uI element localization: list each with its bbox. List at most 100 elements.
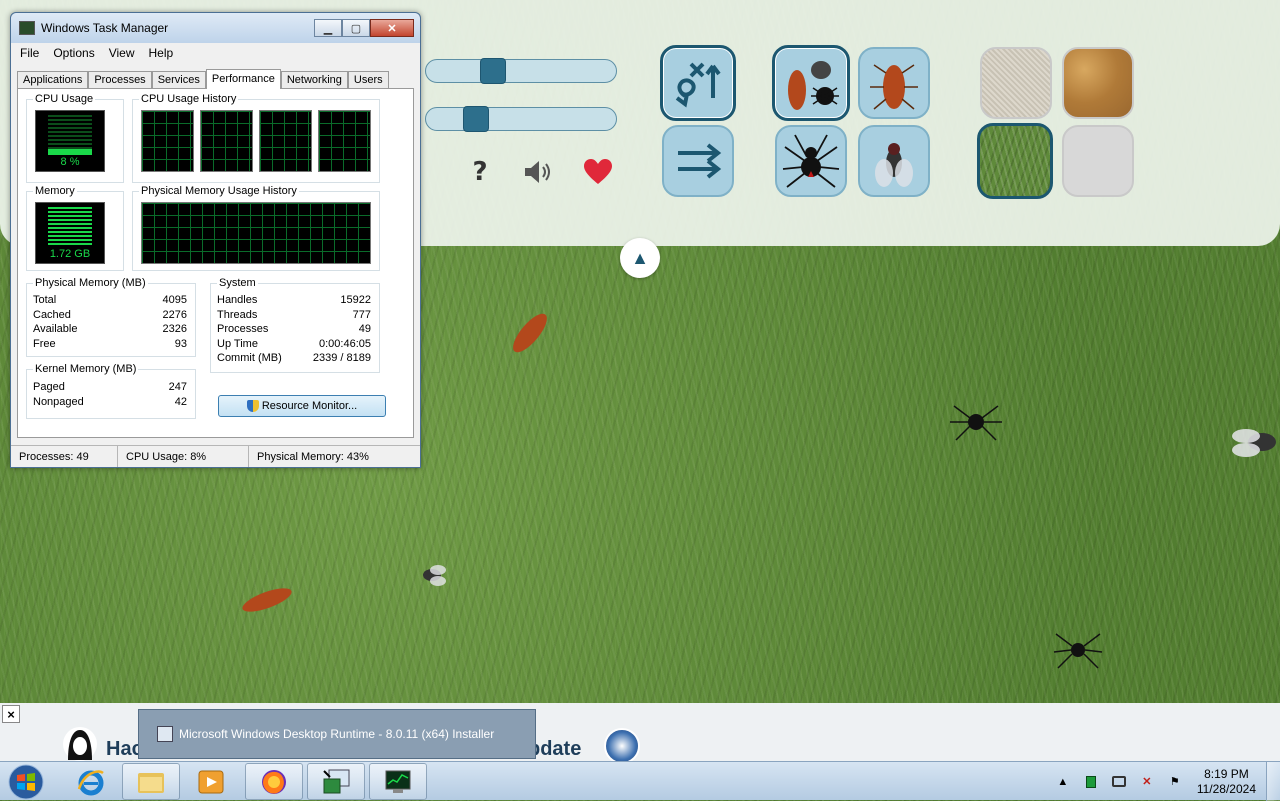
speed-slider[interactable] [425, 58, 617, 84]
physical-memory-group: Physical Memory (MB) Total 4095 Cached 227… [26, 277, 196, 357]
menu-help[interactable]: Help [142, 46, 181, 60]
kernel-paged-value: 247 [168, 381, 187, 393]
tab-applications[interactable]: Applications [17, 71, 89, 89]
system-uptime-label: Up Time [217, 338, 258, 350]
banner-update-text[interactable]: pdate [528, 738, 581, 761]
cockroach-bug[interactable] [500, 305, 560, 361]
kernel-nonpaged-label: Nonpaged [33, 396, 84, 408]
memory-history-graph [141, 202, 371, 264]
fly-tile[interactable] [858, 125, 930, 197]
tab-services[interactable]: Services [151, 71, 206, 89]
speaker-icon [525, 161, 550, 183]
cpu-history-graph-core-3 [259, 110, 312, 172]
collapse-panel-button[interactable]: ▲ [620, 238, 660, 278]
system-threads-label: Threads [217, 309, 258, 321]
dirt-texture-tile[interactable] [1062, 47, 1134, 119]
tab-networking[interactable]: Networking [280, 71, 348, 89]
menu-view[interactable]: View [102, 46, 142, 60]
minimize-button[interactable]: ▁ [314, 19, 342, 37]
menu-file[interactable]: File [13, 46, 46, 60]
menu-options[interactable]: Options [46, 46, 101, 60]
show-desktop-button[interactable] [1266, 762, 1280, 801]
plain-texture-tile[interactable] [1062, 125, 1134, 197]
fly-bug[interactable] [1228, 420, 1280, 464]
taskbar-internet-explorer[interactable] [62, 763, 120, 800]
close-button[interactable]: ✕ [370, 19, 414, 37]
cpu-usage-label: CPU Usage [33, 93, 96, 105]
kernel-memory-group: Kernel Memory (MB) Paged 247 Nonpaged 42 [26, 363, 196, 419]
taskbar-installer[interactable] [307, 763, 365, 800]
physical-total-label: Total [33, 294, 57, 306]
memory-meter: 1.72 GB [35, 202, 105, 264]
action-center-flag-icon[interactable]: ⚑ [1167, 774, 1183, 790]
straight-movement-tile[interactable] [662, 125, 734, 197]
system-processes-row: Processes 49 [217, 323, 371, 335]
resource-monitor-label: Resource Monitor... [261, 400, 358, 412]
physical-cached-label: Cached [33, 309, 71, 321]
tooltip-text: Microsoft Windows Desktop Runtime - 8.0.… [179, 727, 495, 741]
window-title: Windows Task Manager [41, 21, 169, 35]
kernel-nonpaged-row: Nonpaged 42 [33, 396, 187, 408]
cockroach-tile[interactable] [858, 47, 930, 119]
show-hidden-icons-icon[interactable]: ▲ [1055, 774, 1071, 790]
random-arrows-icon [675, 62, 721, 108]
mixed-bugs-icon [788, 61, 839, 110]
tab-processes[interactable]: Processes [88, 71, 152, 89]
tab-strip: Applications Processes Services Performa… [17, 69, 414, 89]
mixed-bugs-tile[interactable] [772, 45, 850, 121]
network-icon[interactable] [1111, 774, 1127, 790]
taskbar-media-player[interactable] [182, 763, 240, 800]
maximize-button[interactable]: ▢ [342, 19, 370, 37]
system-title: System [217, 277, 258, 289]
status-bar: Processes: 49 CPU Usage: 8% Physical Mem… [11, 445, 420, 467]
task-manager-icon [385, 770, 411, 793]
random-movement-tile[interactable] [660, 45, 736, 121]
spider-bug[interactable] [948, 398, 1004, 446]
task-manager-window[interactable]: Windows Task Manager ▁ ▢ ✕ File Options … [10, 12, 421, 468]
taskbar-file-explorer[interactable] [122, 763, 180, 800]
taskbar-thumbnail-tooltip[interactable]: Microsoft Windows Desktop Runtime - 8.0.… [138, 709, 536, 759]
close-banner-button[interactable]: × [2, 705, 20, 723]
system-processes-label: Processes [217, 323, 269, 335]
taskbar-firefox[interactable] [245, 763, 303, 800]
hacker-mask-icon[interactable] [62, 726, 98, 762]
media-player-icon [198, 770, 224, 793]
physical-free-row: Free 93 [33, 338, 187, 350]
count-slider[interactable] [425, 106, 617, 132]
help-icon: ? [472, 157, 488, 187]
taskbar-task-manager[interactable] [369, 763, 427, 800]
volume-muted-icon[interactable]: ✕ [1139, 774, 1155, 790]
cockroach-bug[interactable] [235, 583, 299, 617]
green-app-tray-icon[interactable] [1083, 774, 1099, 790]
grass-texture-tile[interactable] [977, 123, 1053, 199]
spider-tile[interactable] [775, 125, 847, 197]
shield-icon [246, 400, 259, 412]
system-tray: ▲ ✕ ⚑ 8:19 PM 11/28/2024 [1049, 762, 1280, 801]
kernel-nonpaged-value: 42 [174, 396, 187, 408]
sound-button[interactable] [518, 152, 558, 192]
fly-icon [875, 143, 913, 187]
help-button[interactable]: ? [460, 152, 500, 192]
cockroach-icon [870, 64, 918, 110]
spider-bug[interactable] [1052, 628, 1104, 672]
tab-users[interactable]: Users [347, 71, 389, 89]
canvas-texture-tile[interactable] [980, 47, 1052, 119]
resource-monitor-button[interactable]: Resource Monitor... [218, 395, 386, 417]
start-button[interactable] [4, 763, 48, 801]
fly-bug[interactable] [412, 558, 452, 592]
tab-performance[interactable]: Performance [205, 69, 281, 89]
task-manager-titlebar[interactable]: Windows Task Manager ▁ ▢ ✕ [11, 13, 420, 43]
cpu-history-graph-core-1 [141, 110, 194, 172]
globe-icon[interactable] [604, 728, 640, 764]
installer-icon [157, 726, 173, 742]
cpu-history-group: CPU Usage History [132, 93, 380, 183]
system-uptime-value: 0:00:46:05 [319, 338, 371, 350]
speed-slider-thumb[interactable] [480, 58, 506, 84]
parallel-arrows-icon [678, 143, 722, 179]
system-threads-row: Threads 777 [217, 309, 371, 321]
clock[interactable]: 8:19 PM 11/28/2024 [1197, 767, 1256, 797]
performance-panel: CPU Usage 8 % CPU Usage History Memory 1… [17, 88, 414, 438]
system-uptime-row: Up Time 0:00:46:05 [217, 338, 371, 350]
favorite-button[interactable] [578, 152, 618, 192]
count-slider-thumb[interactable] [463, 106, 489, 132]
